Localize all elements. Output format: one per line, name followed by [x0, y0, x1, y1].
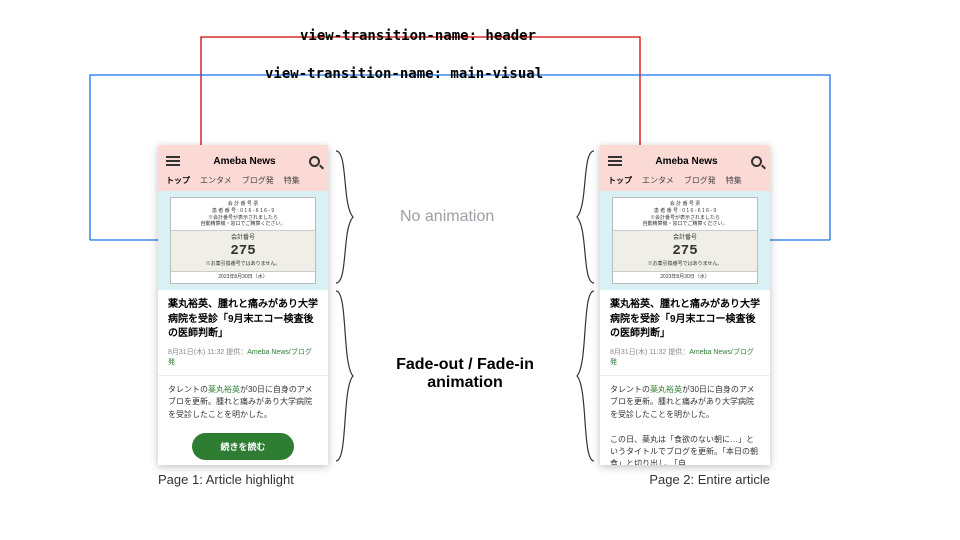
brace-upper-right — [573, 148, 597, 286]
article-meta: 8月31日(木) 11:32 提供：Ameba News/ブログ発 — [168, 347, 318, 367]
ticket-image: 会 計 番 号 票 患 者 番 号 : 0 1 6 - 6 1 6 - 9 ※会… — [170, 197, 316, 284]
nav-tabs[interactable]: トップ エンタメ ブログ発 特集 — [166, 171, 320, 191]
hamburger-icon[interactable] — [608, 156, 622, 166]
mockup-header: Ameba News トップ エンタメ ブログ発 特集 — [158, 145, 328, 191]
main-visual: 会 計 番 号 票 患 者 番 号 : 0 1 6 - 6 1 6 - 9 ※会… — [600, 191, 770, 290]
search-icon[interactable] — [309, 156, 320, 167]
caption-page-1: Page 1: Article highlight — [158, 472, 294, 487]
tab-blog[interactable]: ブログ発 — [684, 175, 716, 186]
tab-top[interactable]: トップ — [166, 175, 190, 186]
brand-logo: Ameba News — [213, 156, 275, 167]
annotation-no-animation: No animation — [400, 208, 494, 226]
caption-page-2: Page 2: Entire article — [600, 472, 770, 487]
article-body: タレントの薬丸裕英が30日に自身のアメブロを更新。腫れと痛みがあり大学病院を受診… — [610, 384, 760, 465]
mockup-page-1: Ameba News トップ エンタメ ブログ発 特集 会 計 番 号 票 患 … — [158, 145, 328, 465]
code-label-header: view-transition-name: header — [300, 28, 536, 44]
code-label-main-visual: view-transition-name: main-visual — [265, 66, 543, 82]
mockup-header: Ameba News トップ エンタメ ブログ発 特集 — [600, 145, 770, 191]
main-visual: 会 計 番 号 票 患 者 番 号 : 0 1 6 - 6 1 6 - 9 ※会… — [158, 191, 328, 290]
tab-feature[interactable]: 特集 — [726, 175, 742, 186]
brace-lower-left — [333, 288, 357, 464]
brace-upper-left — [333, 148, 357, 286]
tab-blog[interactable]: ブログ発 — [242, 175, 274, 186]
tab-entertainment[interactable]: エンタメ — [200, 175, 232, 186]
read-more-button[interactable]: 続きを読む — [192, 433, 293, 460]
mockup-page-2: Ameba News トップ エンタメ ブログ発 特集 会 計 番 号 票 患 … — [600, 145, 770, 465]
search-icon[interactable] — [751, 156, 762, 167]
hamburger-icon[interactable] — [166, 156, 180, 166]
article-content: 薬丸裕英、腫れと痛みがあり大学病院を受診「9月末エコー検査後の医師判断」 8月3… — [158, 290, 328, 465]
tab-top[interactable]: トップ — [608, 175, 632, 186]
tab-feature[interactable]: 特集 — [284, 175, 300, 186]
article-body: タレントの薬丸裕英が30日に自身のアメブロを更新。腫れと痛みがあり大学病院を受診… — [168, 384, 318, 421]
article-content: 薬丸裕英、腫れと痛みがあり大学病院を受診「9月末エコー検査後の医師判断」 8月3… — [600, 290, 770, 465]
annotation-fade: Fade-out / Fade-in animation — [380, 356, 550, 392]
brand-logo: Ameba News — [655, 156, 717, 167]
article-title: 薬丸裕英、腫れと痛みがあり大学病院を受診「9月末エコー検査後の医師判断」 — [168, 298, 318, 342]
article-meta: 8月31日(木) 11:32 提供：Ameba News/ブログ発 — [610, 347, 760, 367]
nav-tabs[interactable]: トップ エンタメ ブログ発 特集 — [608, 171, 762, 191]
article-title: 薬丸裕英、腫れと痛みがあり大学病院を受診「9月末エコー検査後の医師判断」 — [610, 298, 760, 342]
ticket-image: 会 計 番 号 票 患 者 番 号 : 0 1 6 - 6 1 6 - 9 ※会… — [612, 197, 758, 284]
tab-entertainment[interactable]: エンタメ — [642, 175, 674, 186]
brace-lower-right — [573, 288, 597, 464]
